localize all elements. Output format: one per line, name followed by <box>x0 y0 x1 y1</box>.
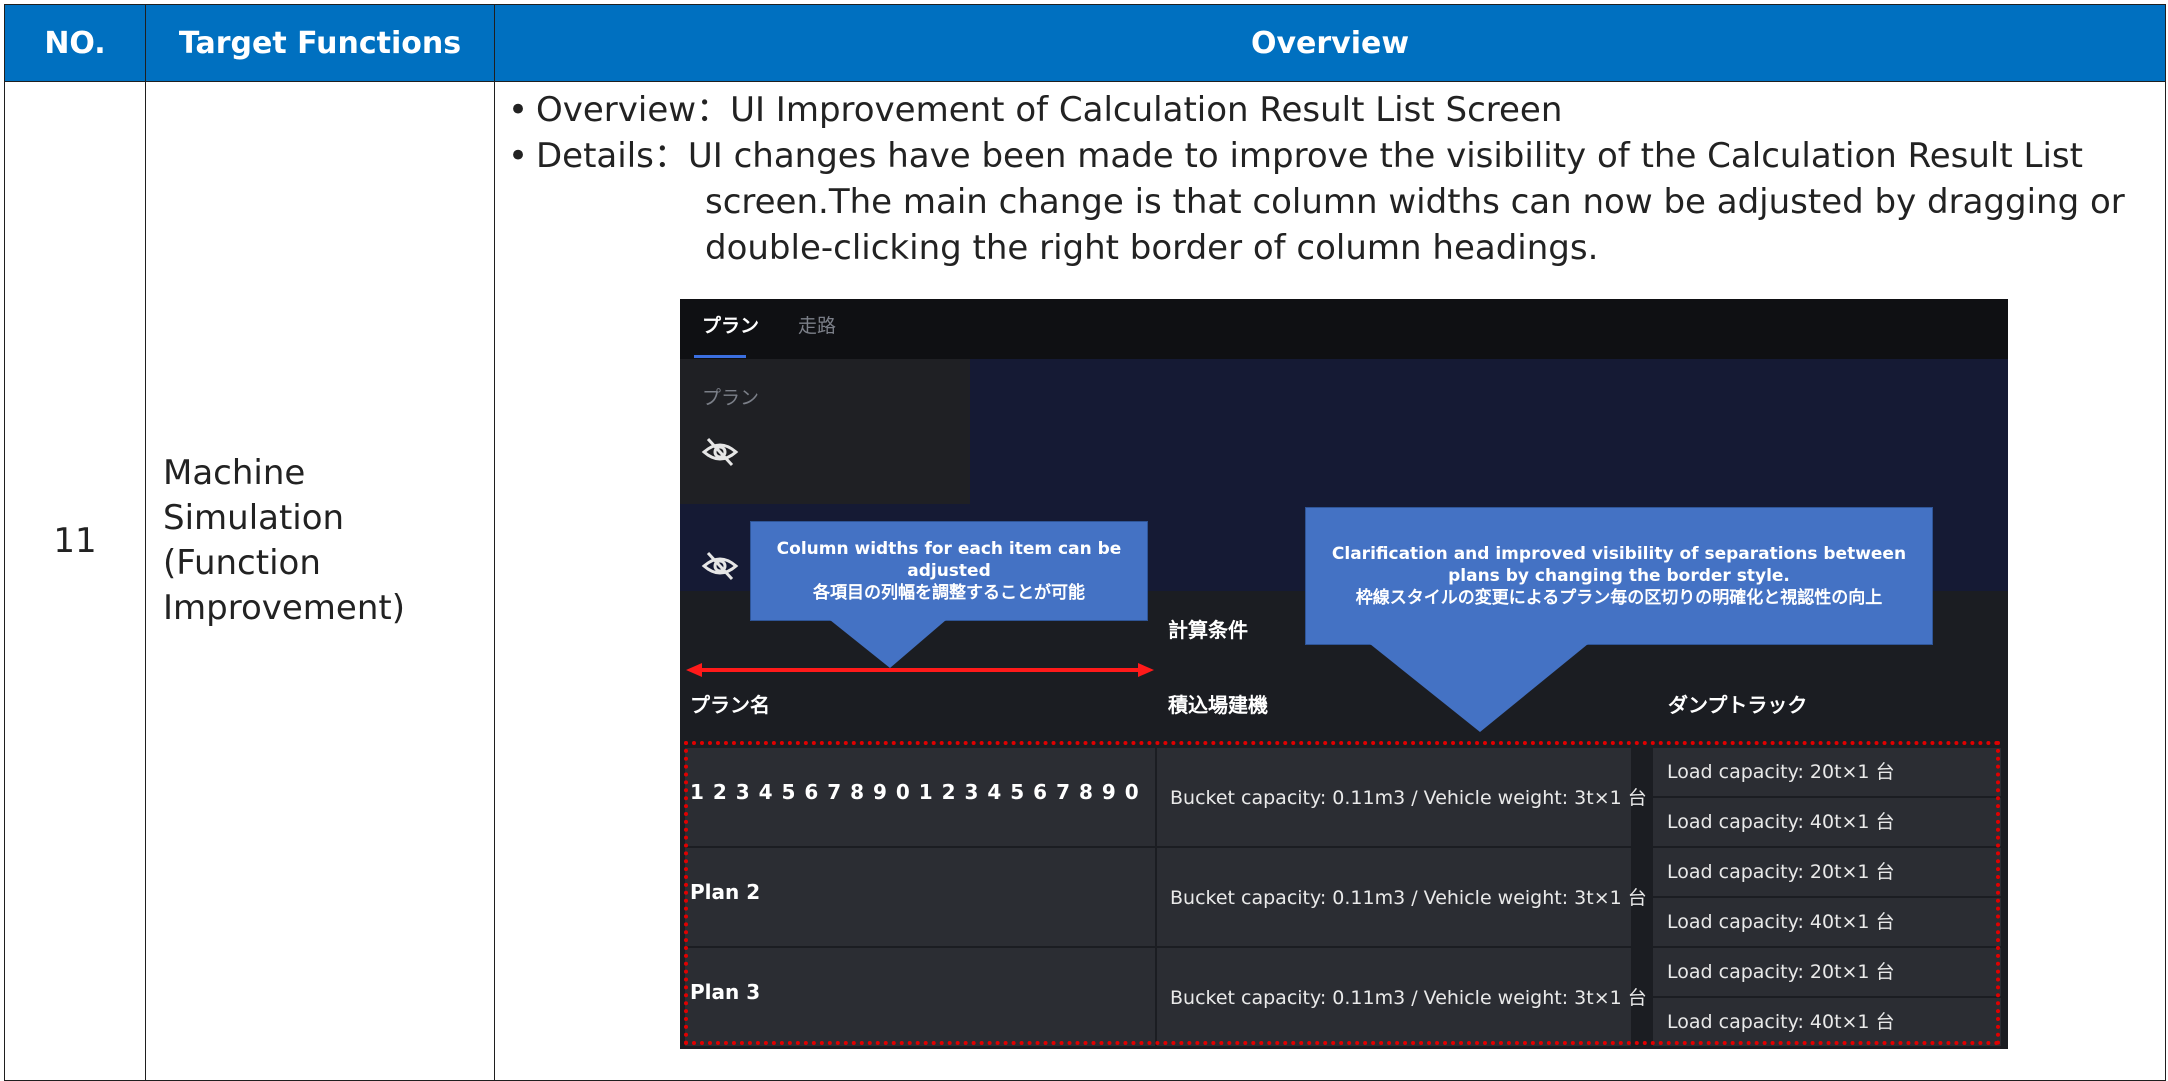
header-target-functions: Target Functions <box>145 4 495 82</box>
header-overview-label: Overview <box>1250 25 1410 61</box>
overview-text: Overview：UI Improvement of Calculation R… <box>536 90 1563 130</box>
group-header-calc-conditions: 計算条件 <box>1168 618 1248 642</box>
header-no-label: NO. <box>44 25 106 61</box>
details-text-line2: screen.The main change is that column wi… <box>705 182 2125 222</box>
target-function-line: (Function <box>163 543 321 583</box>
row-number: 11 <box>53 521 97 561</box>
callout-border-style: Clarification and improved visibility of… <box>1305 507 1933 645</box>
column-header-plan-name[interactable]: プラン名 <box>690 689 770 718</box>
eye-off-icon[interactable] <box>700 435 740 469</box>
row-no-cell: 11 <box>4 81 146 1081</box>
header-no: NO. <box>4 4 146 82</box>
callout-column-width-line1: Column widths for each item can be adjus… <box>776 539 1122 581</box>
callout-border-style-line2: plans by changing the border style. <box>1448 566 1790 586</box>
column-header-loader[interactable]: 積込場建機 <box>1168 689 1268 718</box>
tab-route[interactable]: 走路 <box>798 311 836 338</box>
row-highlight-box <box>684 741 2000 1045</box>
app-screenshot: プラン 走路 プラン 計算条件 プラン名 積込場建機 ダンプトラック 1 2 3… <box>680 299 2008 1049</box>
active-tab-underline <box>694 355 746 358</box>
callout-column-width: Column widths for each item can be adjus… <box>750 521 1148 621</box>
details-text-line1: Details：UI changes have been made to imp… <box>536 136 2083 176</box>
eye-off-icon[interactable] <box>700 549 740 583</box>
details-text-line3: double-clicking the right border of colu… <box>705 228 1599 268</box>
target-function-text: Machine Simulation (Function Improvement… <box>163 451 405 631</box>
tab-bar <box>680 299 2008 359</box>
callout-border-style-line1: Clarification and improved visibility of… <box>1331 544 1907 564</box>
plan-panel-label: プラン <box>702 387 760 409</box>
details-bullet: • Details：UI changes have been made to im… <box>508 136 2083 176</box>
plan-panel <box>680 359 970 504</box>
overview-bullet: • Overview：UI Improvement of Calculation … <box>508 90 1563 130</box>
callout-pointer <box>1370 644 1588 732</box>
tab-plan[interactable]: プラン <box>702 311 759 338</box>
row-target-function-cell: Machine Simulation (Function Improvement… <box>145 81 495 1081</box>
target-function-line: Improvement) <box>163 588 405 628</box>
header-target-functions-label: Target Functions <box>178 25 462 61</box>
target-function-line: Machine <box>163 453 306 493</box>
callout-pointer <box>830 620 946 668</box>
callout-column-width-line2: 各項目の列幅を調整することが可能 <box>813 583 1085 603</box>
callout-border-style-line3: 枠線スタイルの変更によるプラン毎の区切りの明確化と視認性の向上 <box>1355 588 1883 608</box>
column-header-dump-truck[interactable]: ダンプトラック <box>1668 689 1807 718</box>
target-function-line: Simulation <box>163 498 345 538</box>
header-overview: Overview <box>494 4 2166 82</box>
